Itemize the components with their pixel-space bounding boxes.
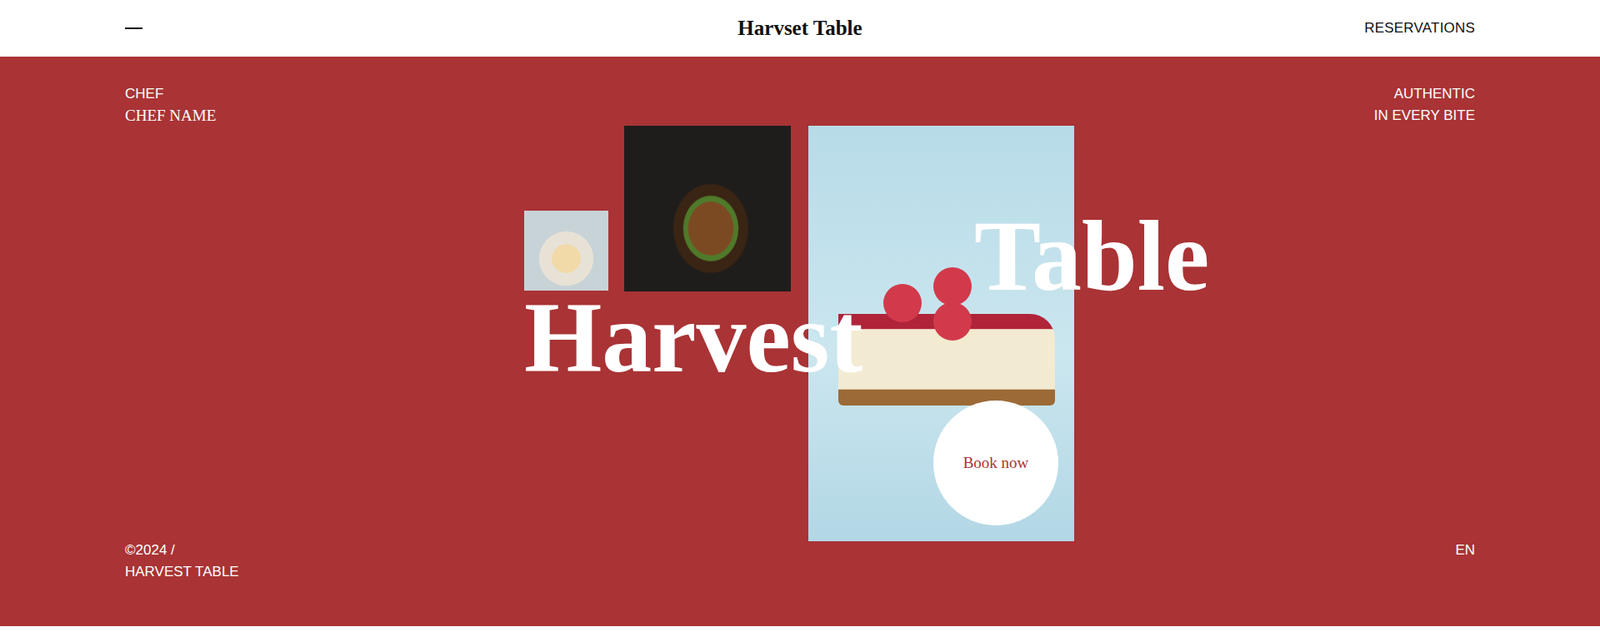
- copyright: ©2024 /: [125, 540, 240, 562]
- chef-name: CHEF NAME: [125, 105, 216, 127]
- hero: CHEF CHEF NAME AUTHENTIC IN EVERY BITE ©…: [0, 56, 1600, 627]
- footer-brand: HARVEST TABLE: [125, 561, 240, 584]
- burger-photo: [624, 125, 791, 292]
- headline-word: Table: [974, 206, 1210, 307]
- book-now-button[interactable]: Book now: [933, 400, 1059, 526]
- chef-label: CHEF: [125, 83, 216, 105]
- reservations-link[interactable]: RESERVATIONS: [1364, 17, 1475, 40]
- photo-collage: Harvest Table Book now: [524, 125, 1241, 543]
- menu-icon[interactable]: [125, 27, 143, 30]
- site-title[interactable]: Harvset Table: [737, 12, 862, 45]
- tagline: IN EVERY BITE: [1374, 105, 1475, 127]
- language-switch[interactable]: EN: [1455, 540, 1475, 562]
- headline-word: Harvest: [524, 288, 864, 389]
- dessert-photo: [524, 210, 609, 291]
- top-bar: Harvset Table RESERVATIONS: [0, 0, 1600, 57]
- tagline: AUTHENTIC: [1374, 83, 1475, 105]
